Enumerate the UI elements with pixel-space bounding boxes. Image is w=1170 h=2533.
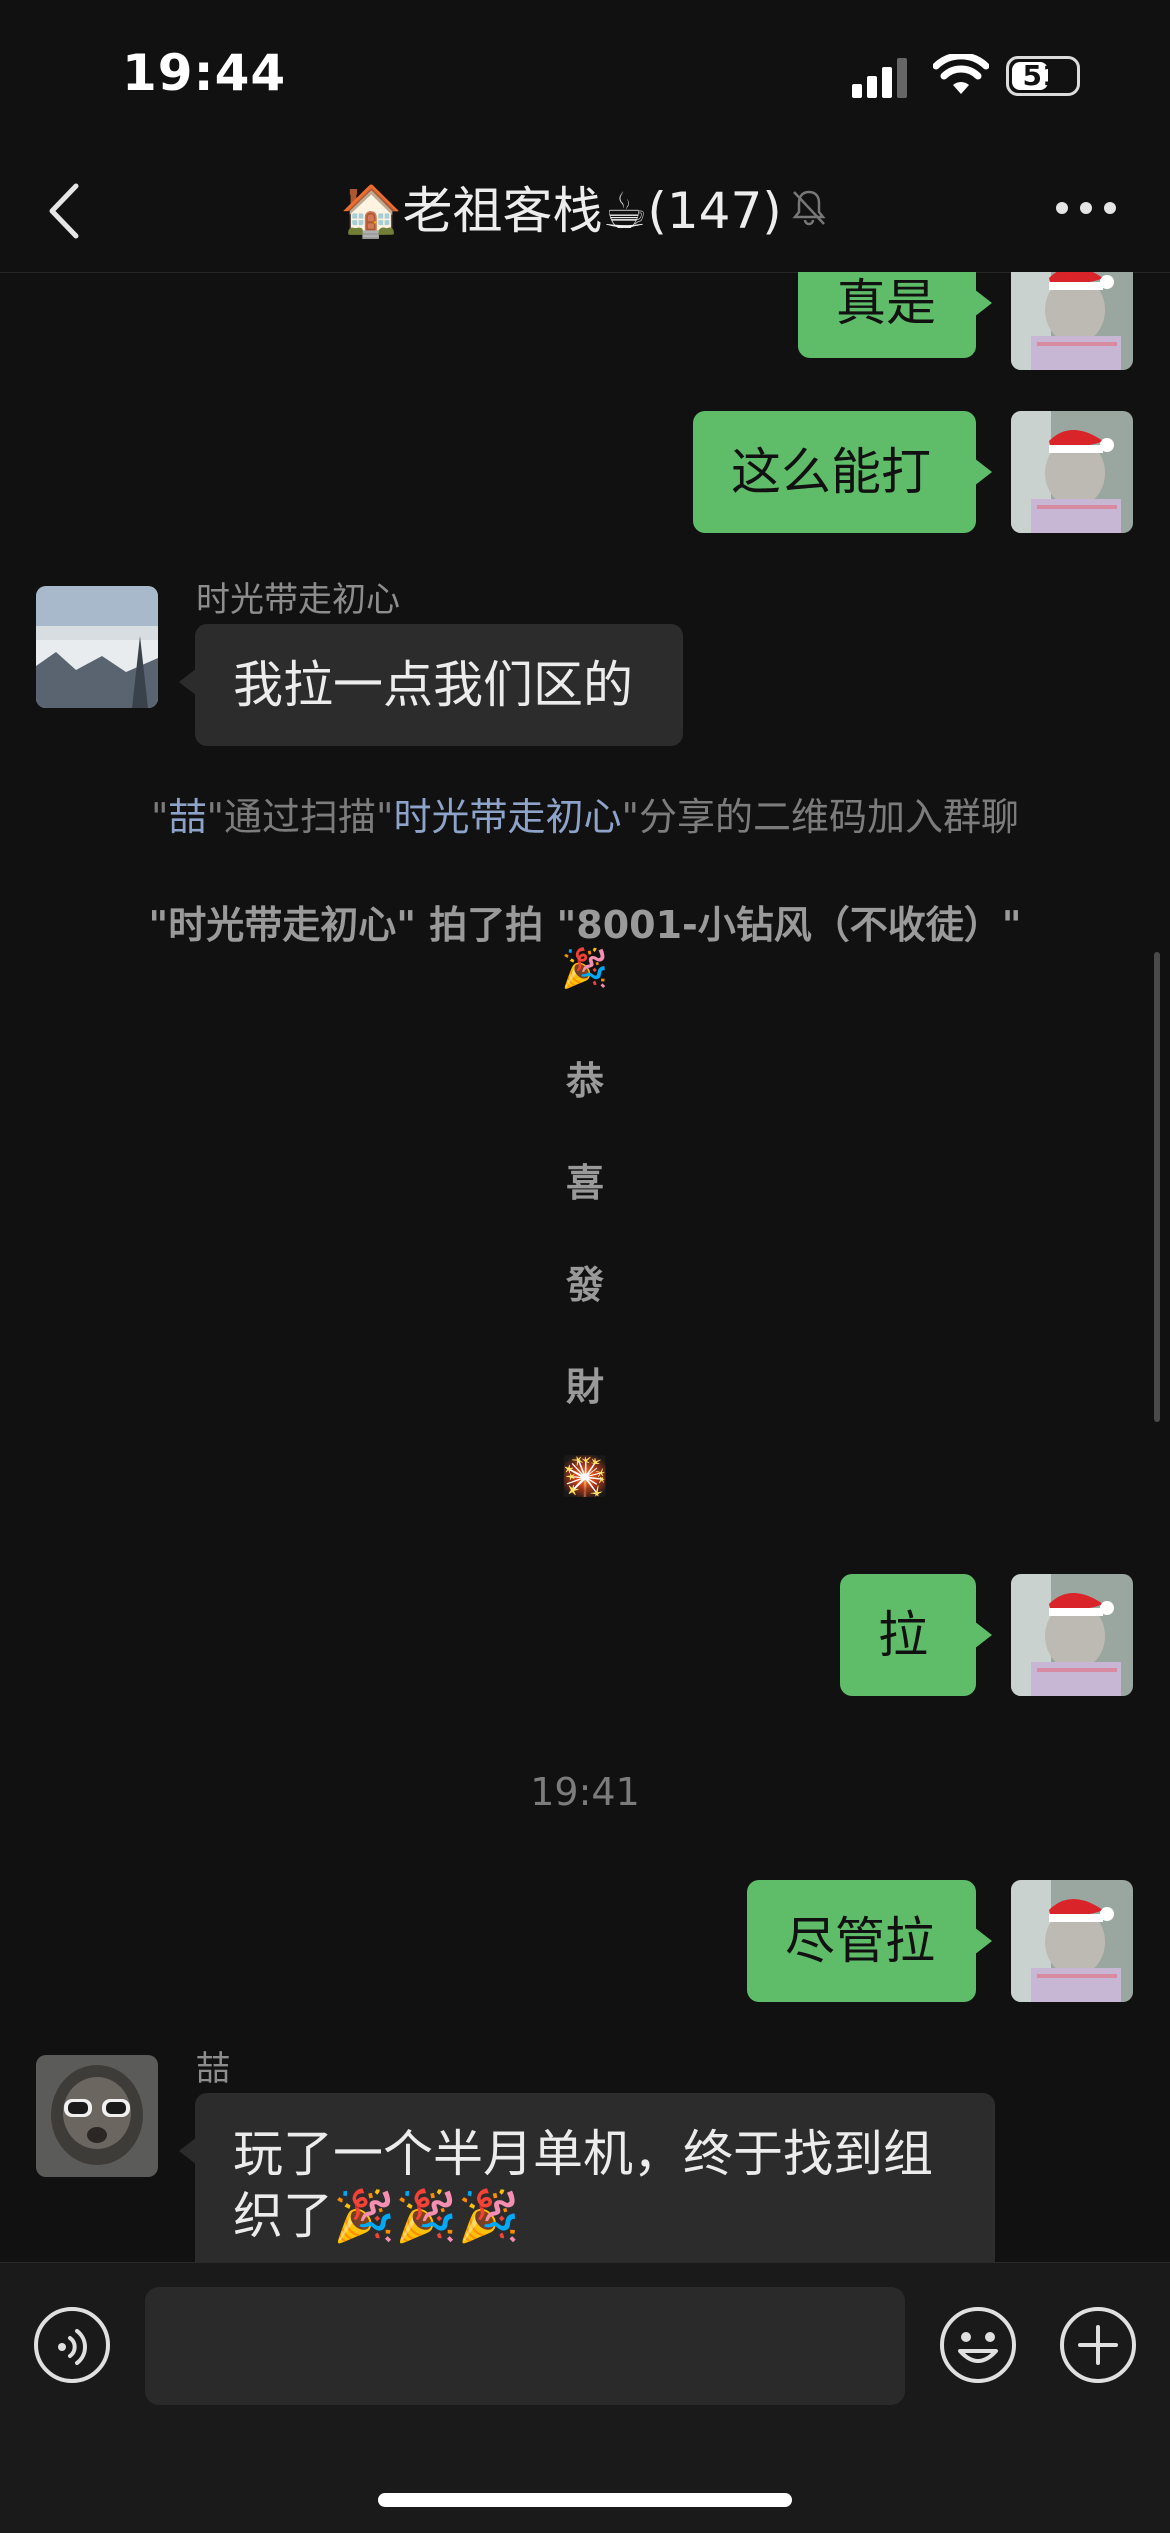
battery-icon: 51 [1006,56,1080,96]
message-bubble-outgoing[interactable]: 尽管拉 [747,1880,992,2002]
message-text: 我拉一点我们区的 [233,656,633,714]
home-indicator[interactable] [378,2493,792,2507]
message-bubble-outgoing[interactable]: 这么能打 [693,411,992,533]
message-bubble-incoming[interactable]: 我拉一点我们区的 [179,624,683,746]
sender-name: 喆 [196,2049,230,2089]
pat-notice: "时光带走初心" 拍了拍 "8001-小钻风（不收徒）" [148,903,1022,947]
pat-line: 🎇 [561,1454,609,1498]
message-bubble-incoming[interactable]: 玩了一个半月单机，终于找到组织了🎉🎉🎉 [179,2093,995,2262]
pat-line: 🎉 [561,946,609,990]
member-name-link[interactable]: 时光带走初心 [393,795,621,839]
mute-bell-icon [792,190,826,226]
message-text: 玩了一个半月单机，终于找到组织了🎉🎉🎉 [233,2125,933,2245]
message-text: 尽管拉 [785,1912,935,1970]
pat-line: 財 [565,1365,604,1409]
message-list[interactable]: 真是 这么能打 时光带走初心 我拉一点我们区的 "喆"通过扫描"时光带走初心"分… [0,272,1170,2262]
voice-icon[interactable] [32,2305,112,2385]
join-notice: "喆"通过扫描"时光带走初心"分享的二维码加入群聊 [151,795,1019,839]
my-avatar[interactable] [1011,411,1133,533]
message-text: 这么能打 [731,443,931,501]
sender-avatar[interactable] [36,2055,158,2177]
message-text: 拉 [878,1606,928,1664]
chat-title-text: 🏠老祖客栈☕(147) [340,182,782,240]
emoji-icon[interactable] [938,2305,1018,2385]
my-avatar[interactable] [1011,272,1133,370]
more-icon[interactable] [1056,202,1116,218]
nav-bar: 🏠老祖客栈☕(147) [0,150,1170,273]
my-avatar[interactable] [1011,1880,1133,2002]
back-icon[interactable] [40,176,90,246]
scrollbar[interactable] [1154,952,1160,1422]
message-text: 真是 [836,274,936,332]
pat-line: 發 [565,1263,604,1307]
input-bar [0,2262,1170,2533]
wifi-icon [933,54,989,94]
my-avatar[interactable] [1011,1574,1133,1696]
status-bar: 19:44 51 [0,0,1170,150]
message-bubble-outgoing[interactable]: 拉 [840,1574,992,1696]
signal-icon [852,58,907,98]
member-name-link[interactable]: 喆 [169,795,207,839]
battery-level: 51 [1022,59,1062,92]
status-time: 19:44 [122,44,287,102]
message-bubble-outgoing[interactable]: 真是 [798,272,992,358]
pat-line: 恭 [565,1059,604,1103]
message-input[interactable] [145,2287,905,2405]
pat-line: 喜 [565,1161,604,1205]
sender-name: 时光带走初心 [196,580,400,620]
sender-avatar[interactable] [36,586,158,708]
chat-title: 🏠老祖客栈☕(147) [0,150,1170,264]
plus-icon[interactable] [1058,2305,1138,2385]
message-timestamp: 19:41 [530,1770,640,1814]
